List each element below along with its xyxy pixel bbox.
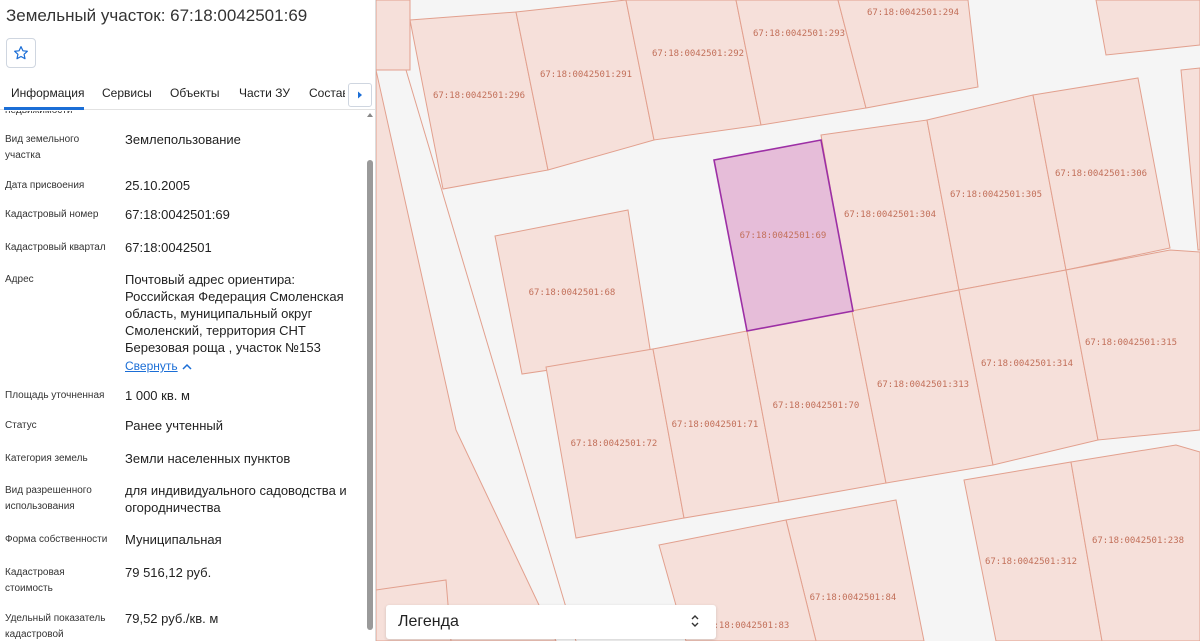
field-label: Статус [5,420,37,431]
scroll-up-arrow[interactable] [367,113,373,117]
tab-parts[interactable]: Части ЗУ [239,86,290,100]
field-label: Адрес [5,274,34,285]
tab-objects[interactable]: Объекты [170,86,220,100]
active-tab-indicator [4,107,84,110]
field-value: Земли населенных пунктов [125,451,291,466]
field-value: 1 000 кв. м [125,388,190,403]
field-label: Кадастровый квартал [5,242,106,253]
parcel-label: 67:18:0042501:291 [540,70,632,80]
parcel-label: 67:18:0042501:296 [433,91,525,101]
parcel-label: 67:18:0042501:315 [1085,338,1177,348]
parcel-label: 67:18:0042501:72 [571,439,658,449]
legend-title: Легенда [398,613,459,630]
scrollbar-thumb[interactable] [367,160,373,630]
parcel-label: 67:18:0042501:84 [810,593,897,603]
parcel-label: 67:18:0042501:70 [773,401,860,411]
field-label: Форма собственности [5,534,108,545]
parcel-label: 67:18:0042501:292 [652,49,744,59]
tab-bar: Информация Сервисы Объекты Части ЗУ Сост… [0,78,375,110]
parcel-edge [1180,67,1200,251]
chevron-right-icon [358,91,362,99]
field-label: недвижимости [5,111,115,119]
map-canvas[interactable]: 67:18:0042501:296 67:18:0042501:291 67:18:… [376,0,1200,641]
tab-services[interactable]: Сервисы [102,86,152,100]
info-panel: Земельный участок: 67:18:0042501:69 Инфо… [0,0,376,641]
field-label: Площадь уточненная [5,390,105,401]
field-value: 79,52 руб./кв. м [125,611,219,626]
parcel-label: 67:18:0042501:306 [1055,169,1147,179]
legend-selector[interactable]: Легенда [386,605,716,639]
favorite-button[interactable] [6,38,36,68]
field-label: Вид разрешенного использования [5,485,92,512]
parcel-edge [1095,0,1200,56]
parcel-label: 67:18:0042501:68 [529,288,616,298]
collapse-link[interactable]: Свернуть [125,359,178,373]
field-label: Удельный показатель кадастровой [5,613,106,640]
parcel-label: 67:18:0042501:69 [740,231,827,241]
tabs-next-button[interactable] [348,83,372,107]
tab-composition[interactable]: Состав [309,86,345,100]
field-value: 67:18:0042501 [125,240,212,255]
info-list: недвижимости Вид земельного участка Земл… [0,111,366,641]
parcel-label: 67:18:0042501:293 [753,29,845,39]
field-value: для индивидуального садоводства и огород… [125,483,347,515]
field-label: Вид земельного участка [5,134,80,161]
field-value: 25.10.2005 [125,178,191,193]
field-value: Ранее учтенный [125,418,223,433]
parcel-label: 67:18:0042501:294 [867,8,959,18]
parcel-label: 67:18:0042501:312 [985,557,1077,567]
field-label: Дата присвоения [5,180,85,191]
tab-info[interactable]: Информация [11,86,84,100]
page-title: Земельный участок: 67:18:0042501:69 [6,6,308,25]
field-value: Землепользование [125,132,241,147]
field-label: Кадастровая стоимость [5,567,65,594]
address-value: Почтовый адрес ориентира: Российская Фед… [125,272,344,355]
chevron-up-down-icon [691,615,699,627]
chevron-up-icon[interactable] [182,363,192,370]
parcel-label: 67:18:0042501:313 [877,380,969,390]
field-label: Категория земель [5,453,88,464]
parcel-label: 67:18:0042501:305 [950,190,1042,200]
parcel-label: 67:18:0042501:314 [981,359,1073,369]
cadastral-map[interactable]: 67:18:0042501:296 67:18:0042501:291 67:18:… [376,0,1200,641]
parcel-label: 67:18:0042501:304 [844,210,936,220]
parcel-label: 67:18:0042501:238 [1092,536,1184,546]
parcel-edge [376,0,411,71]
parcel-label: 67:18:0042501:71 [672,420,759,430]
field-value: Муниципальная [125,532,222,547]
field-label: Кадастровый номер [5,209,99,220]
field-value: 67:18:0042501:69 [125,207,230,222]
star-icon [14,46,28,60]
field-value: 79 516,12 руб. [125,565,212,580]
